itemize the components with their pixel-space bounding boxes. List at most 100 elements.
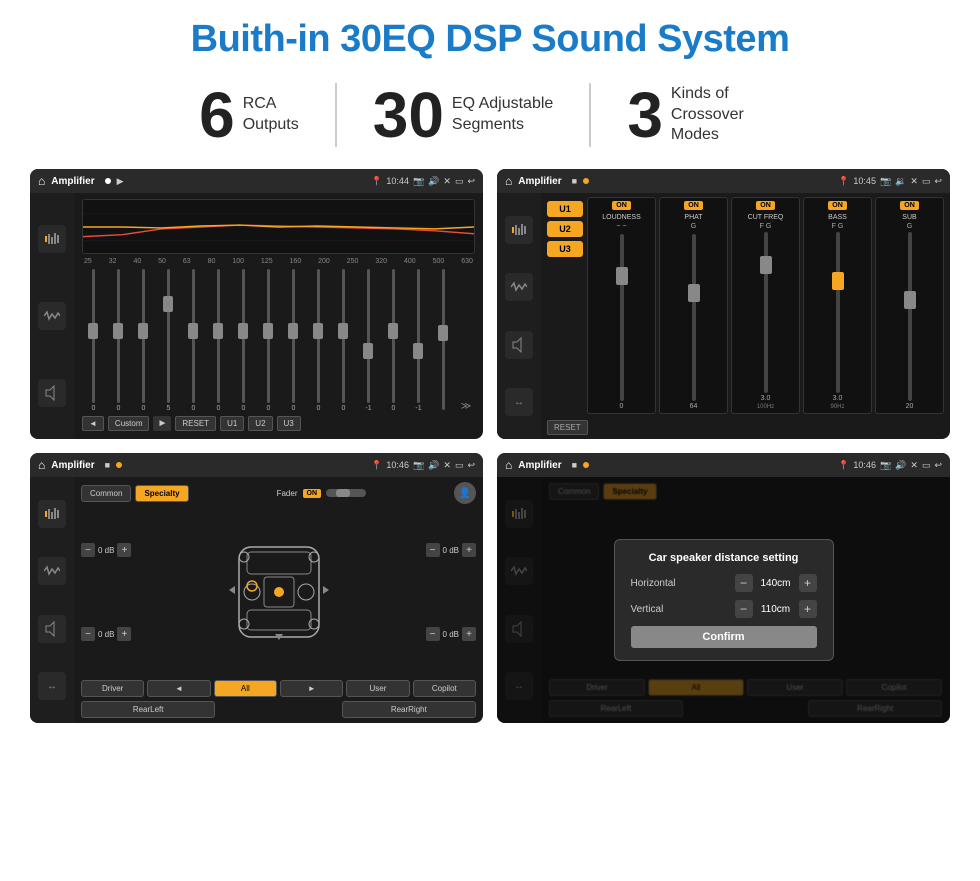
back-icon3[interactable]: ↩: [467, 460, 475, 471]
slider-thumb-4[interactable]: [163, 296, 173, 312]
rearleft-btn[interactable]: RearLeft: [81, 701, 215, 718]
db3-plus[interactable]: +: [462, 543, 476, 557]
u3-btn[interactable]: U3: [277, 416, 301, 431]
wave-icon[interactable]: [38, 302, 66, 330]
confirm-button[interactable]: Confirm: [631, 626, 817, 648]
slider-thumb-3[interactable]: [138, 323, 148, 339]
copilot-btn[interactable]: Copilot: [413, 680, 476, 697]
reset-btn2[interactable]: RESET: [547, 420, 588, 435]
slider-track-7[interactable]: [242, 269, 245, 403]
slider-track-9[interactable]: [292, 269, 295, 403]
eq-icon2[interactable]: [505, 216, 533, 244]
minimize-icon[interactable]: ▭: [455, 176, 464, 187]
slider-thumb-11[interactable]: [338, 323, 348, 339]
screen1-home-icon[interactable]: ⌂: [38, 174, 45, 188]
db2-plus[interactable]: +: [117, 627, 131, 641]
sub-thumb[interactable]: [904, 291, 916, 309]
bass-on[interactable]: ON: [828, 201, 847, 210]
loudness-thumb[interactable]: [616, 267, 628, 285]
phat-track[interactable]: [692, 234, 696, 401]
vertical-minus[interactable]: −: [735, 600, 753, 618]
slider-thumb-1[interactable]: [88, 323, 98, 339]
u3-select[interactable]: U3: [547, 241, 583, 257]
screen4-home-icon[interactable]: ⌂: [505, 458, 512, 472]
all-btn[interactable]: All: [214, 680, 277, 697]
minimize-icon4[interactable]: ▭: [922, 460, 931, 471]
slider-thumb-10[interactable]: [313, 323, 323, 339]
slider-track-2[interactable]: [117, 269, 120, 403]
slider-track-11[interactable]: [342, 269, 345, 403]
driver-btn[interactable]: Driver: [81, 680, 144, 697]
custom-btn[interactable]: Custom: [108, 416, 150, 431]
vertical-plus[interactable]: +: [799, 600, 817, 618]
cutfreq-thumb[interactable]: [760, 256, 772, 274]
slider-thumb-6[interactable]: [213, 323, 223, 339]
slider-track-3[interactable]: [142, 269, 145, 403]
horizontal-minus[interactable]: −: [735, 574, 753, 592]
arrow-icon3[interactable]: ↔: [38, 672, 66, 700]
screen3-home-icon[interactable]: ⌂: [38, 458, 45, 472]
slider-track-13[interactable]: [392, 269, 395, 403]
rearright-btn[interactable]: RearRight: [342, 701, 476, 718]
tab-common[interactable]: Common: [81, 485, 131, 502]
close-icon[interactable]: ✕: [443, 176, 451, 187]
reset-btn[interactable]: RESET: [175, 416, 216, 431]
u1-select[interactable]: U1: [547, 201, 583, 217]
slider-track-5[interactable]: [192, 269, 195, 403]
slider-thumb-2[interactable]: [113, 323, 123, 339]
slider-thumb-12[interactable]: [363, 343, 373, 359]
eq-icon[interactable]: [38, 225, 66, 253]
slider-track-4[interactable]: [167, 269, 170, 403]
sub-on[interactable]: ON: [900, 201, 919, 210]
loudness-track[interactable]: [620, 234, 624, 401]
sub-track[interactable]: [908, 232, 912, 401]
eq-icon3[interactable]: [38, 500, 66, 528]
u1-btn[interactable]: U1: [220, 416, 244, 431]
slider-track-12[interactable]: [367, 269, 370, 403]
screen2-home-icon[interactable]: ⌂: [505, 174, 512, 188]
cutfreq-track[interactable]: [764, 232, 768, 393]
slider-track-8[interactable]: [267, 269, 270, 403]
play-btn[interactable]: ►: [153, 416, 171, 431]
close-icon3[interactable]: ✕: [443, 460, 451, 471]
more-icon[interactable]: ≫: [457, 401, 475, 412]
close-icon2[interactable]: ✕: [910, 176, 918, 187]
slider-thumb-15[interactable]: [438, 325, 448, 341]
close-icon4[interactable]: ✕: [910, 460, 918, 471]
phat-thumb[interactable]: [688, 284, 700, 302]
back-icon[interactable]: ↩: [467, 176, 475, 187]
phat-on[interactable]: ON: [684, 201, 703, 210]
fader-on-badge[interactable]: ON: [303, 489, 322, 498]
wave-icon2[interactable]: [505, 273, 533, 301]
back-icon4[interactable]: ↩: [934, 460, 942, 471]
profile-icon[interactable]: 👤: [454, 482, 476, 504]
back-icon2[interactable]: ↩: [934, 176, 942, 187]
u2-select[interactable]: U2: [547, 221, 583, 237]
speaker-icon[interactable]: [38, 379, 66, 407]
slider-thumb-5[interactable]: [188, 323, 198, 339]
minimize-icon2[interactable]: ▭: [922, 176, 931, 187]
user-btn[interactable]: User: [346, 680, 409, 697]
bass-track[interactable]: [836, 232, 840, 393]
slider-track-15[interactable]: [442, 269, 445, 410]
fader-thumb[interactable]: [336, 489, 350, 497]
arrow-icon2[interactable]: ↔: [505, 388, 533, 416]
fader-slider[interactable]: [326, 489, 366, 497]
slider-thumb-9[interactable]: [288, 323, 298, 339]
prev-btn[interactable]: ◄: [82, 416, 104, 431]
slider-track-14[interactable]: [417, 269, 420, 403]
loudness-on[interactable]: ON: [612, 201, 631, 210]
db3-minus[interactable]: −: [426, 543, 440, 557]
db2-minus[interactable]: −: [81, 627, 95, 641]
db4-minus[interactable]: −: [426, 627, 440, 641]
right-nav-btn[interactable]: ►: [280, 680, 343, 697]
bass-thumb[interactable]: [832, 272, 844, 290]
horizontal-plus[interactable]: +: [799, 574, 817, 592]
speaker-icon3[interactable]: [38, 615, 66, 643]
slider-thumb-14[interactable]: [413, 343, 423, 359]
slider-track-6[interactable]: [217, 269, 220, 403]
left-nav-btn[interactable]: ◄: [147, 680, 210, 697]
slider-thumb-13[interactable]: [388, 323, 398, 339]
slider-track-1[interactable]: [92, 269, 95, 403]
speaker-icon2[interactable]: [505, 331, 533, 359]
